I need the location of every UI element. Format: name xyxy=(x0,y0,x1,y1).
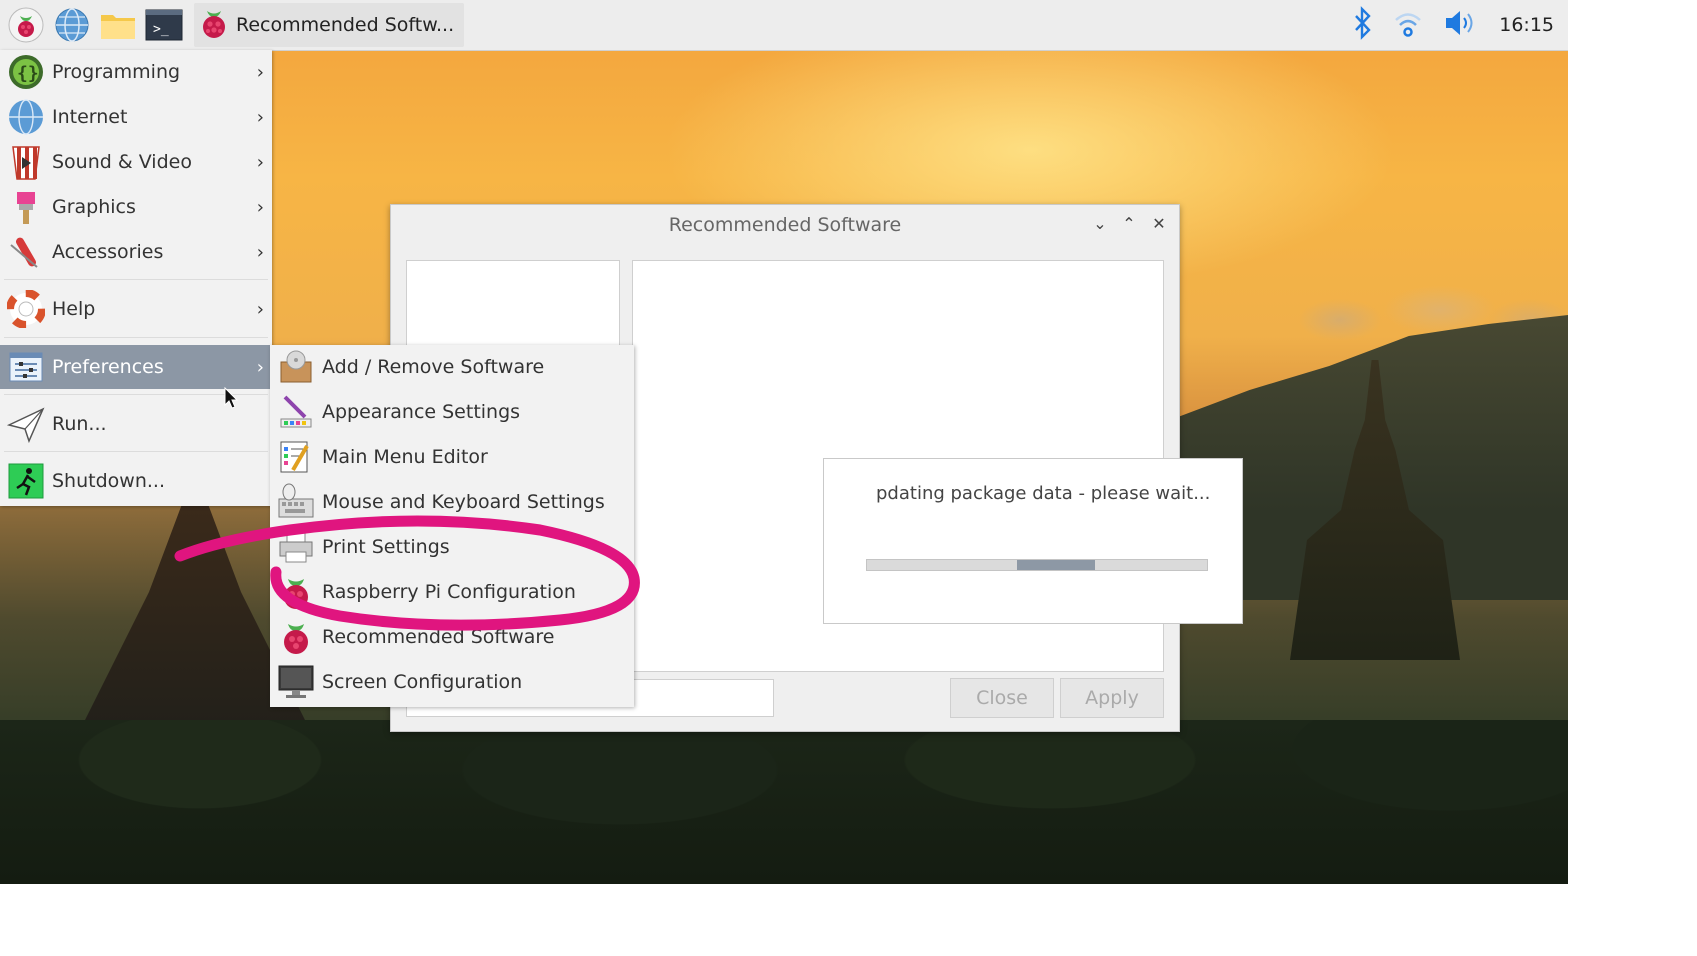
desktop[interactable]: >_ Recommended Softw... 16:15 {} Program… xyxy=(0,0,1568,884)
menu-item-label: Internet xyxy=(52,106,128,128)
web-browser-icon[interactable] xyxy=(52,5,92,45)
raspberry-icon xyxy=(198,5,230,45)
menu-item-programming[interactable]: {} Programming › xyxy=(0,50,272,94)
wifi-icon[interactable] xyxy=(1393,8,1423,42)
clock[interactable]: 16:15 xyxy=(1499,14,1554,36)
progress-text: pdating package data - please wait... xyxy=(876,483,1211,504)
menu-item-preferences[interactable]: Preferences › xyxy=(0,345,272,389)
chevron-right-icon: › xyxy=(256,298,264,320)
help-icon xyxy=(6,289,46,329)
file-manager-icon[interactable] xyxy=(98,5,138,45)
menu-item-label: Accessories xyxy=(52,241,164,263)
menu-separator xyxy=(4,451,268,452)
system-tray: 16:15 xyxy=(1353,0,1554,50)
submenu-item-mouse-keyboard-settings[interactable]: Mouse and Keyboard Settings xyxy=(270,480,634,524)
menu-item-label: Sound & Video xyxy=(52,151,192,173)
raspberry-menu-icon[interactable] xyxy=(6,5,46,45)
raspberry-icon xyxy=(276,617,316,657)
menu-item-label: Preferences xyxy=(52,356,164,378)
preferences-icon xyxy=(6,347,46,387)
sound-video-icon xyxy=(6,142,46,182)
mouse-keyboard-icon xyxy=(276,482,316,522)
submenu-item-label: Appearance Settings xyxy=(322,401,521,423)
minimize-icon[interactable]: ⌄ xyxy=(1089,213,1111,235)
menu-separator xyxy=(4,337,268,338)
submenu-item-print-settings[interactable]: Print Settings xyxy=(270,525,634,569)
menu-item-internet[interactable]: Internet › xyxy=(0,95,272,139)
submenu-item-label: Mouse and Keyboard Settings xyxy=(322,491,605,513)
svg-text:>_: >_ xyxy=(153,22,169,37)
menu-item-label: Programming xyxy=(52,61,181,83)
apply-button[interactable]: Apply xyxy=(1060,678,1164,718)
menu-separator xyxy=(4,279,268,280)
menu-item-label: Help xyxy=(52,298,96,320)
chevron-right-icon: › xyxy=(256,61,264,83)
progress-bar xyxy=(866,559,1208,571)
treeline xyxy=(0,720,1568,884)
submenu-item-label: Add / Remove Software xyxy=(322,356,545,378)
menu-item-sound-video[interactable]: Sound & Video › xyxy=(0,140,272,184)
accessories-icon xyxy=(6,232,46,272)
menu-item-label: Graphics xyxy=(52,196,136,218)
submenu-item-label: Print Settings xyxy=(322,536,450,558)
volume-icon[interactable] xyxy=(1443,8,1479,42)
submenu-item-main-menu-editor[interactable]: Main Menu Editor xyxy=(270,435,634,479)
terminal-icon[interactable]: >_ xyxy=(144,5,184,45)
main-menu: {} Programming › Internet › Sound & Vide… xyxy=(0,50,272,506)
chevron-right-icon: › xyxy=(256,151,264,173)
monitor-icon xyxy=(276,662,316,702)
taskbar-window-label: Recommended Softw... xyxy=(236,14,455,36)
menu-item-shutdown[interactable]: Shutdown... xyxy=(0,459,272,503)
submenu-item-raspberry-pi-configuration[interactable]: Raspberry Pi Configuration xyxy=(270,570,634,614)
menu-item-help[interactable]: Help › xyxy=(0,287,272,331)
bluetooth-icon[interactable] xyxy=(1353,6,1373,44)
run-icon xyxy=(6,404,46,444)
chevron-right-icon: › xyxy=(256,196,264,218)
maximize-icon[interactable]: ⌃ xyxy=(1118,213,1140,235)
chevron-right-icon: › xyxy=(256,356,264,378)
submenu-item-label: Screen Configuration xyxy=(322,671,523,693)
taskbar-window-button[interactable]: Recommended Softw... xyxy=(194,3,465,47)
preferences-submenu: Add / Remove Software Appearance Setting… xyxy=(270,345,634,707)
raspberry-icon xyxy=(276,572,316,612)
progress-bar-fill xyxy=(1016,560,1095,570)
internet-icon xyxy=(6,97,46,137)
printer-icon xyxy=(276,527,316,567)
close-button[interactable]: Close xyxy=(950,678,1054,718)
menu-item-accessories[interactable]: Accessories › xyxy=(0,230,272,274)
chevron-right-icon: › xyxy=(256,106,264,128)
submenu-item-recommended-software[interactable]: Recommended Software xyxy=(270,615,634,659)
shutdown-icon xyxy=(6,461,46,501)
submenu-item-add-remove-software[interactable]: Add / Remove Software xyxy=(270,345,634,389)
package-icon xyxy=(276,347,316,387)
menu-editor-icon xyxy=(276,437,316,477)
dialog-title: Recommended Software xyxy=(668,214,902,236)
menu-item-label: Shutdown... xyxy=(52,470,165,492)
appearance-icon xyxy=(276,392,316,432)
mouse-cursor-icon xyxy=(224,387,239,409)
menu-item-label: Run... xyxy=(52,413,107,435)
submenu-item-label: Main Menu Editor xyxy=(322,446,488,468)
package-list[interactable]: pdating package data - please wait... xyxy=(632,260,1243,672)
submenu-item-label: Raspberry Pi Configuration xyxy=(322,581,576,603)
menu-item-graphics[interactable]: Graphics › xyxy=(0,185,272,229)
svg-text:{}: {} xyxy=(17,63,39,84)
submenu-item-screen-configuration[interactable]: Screen Configuration xyxy=(270,660,634,704)
chevron-right-icon: › xyxy=(256,241,264,263)
progress-dialog: pdating package data - please wait... xyxy=(823,458,1243,624)
graphics-icon xyxy=(6,187,46,227)
submenu-item-label: Recommended Software xyxy=(322,626,555,648)
submenu-item-appearance-settings[interactable]: Appearance Settings xyxy=(270,390,634,434)
taskbar: >_ Recommended Softw... 16:15 xyxy=(0,0,1568,51)
programming-icon: {} xyxy=(6,52,46,92)
close-icon[interactable]: ✕ xyxy=(1148,213,1170,235)
